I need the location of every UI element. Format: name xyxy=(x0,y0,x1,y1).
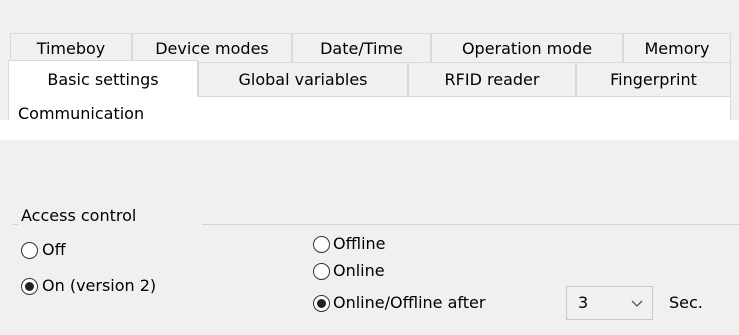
radio-online-offline-after-label: Online/Offline after xyxy=(333,293,486,312)
tab-fingerprint[interactable]: Fingerprint xyxy=(576,62,731,96)
radio-off-label: Off xyxy=(42,240,66,259)
delay-value: 3 xyxy=(578,293,589,312)
tab-rfid-reader[interactable]: RFID reader xyxy=(408,62,576,96)
tab-operation-mode[interactable]: Operation mode xyxy=(431,33,623,62)
tab-global-variables[interactable]: Global variables xyxy=(198,62,408,96)
tab-label: Timeboy xyxy=(36,38,106,58)
delay-dropdown[interactable]: 3 xyxy=(566,286,653,320)
radio-online-offline-after[interactable] xyxy=(313,295,330,312)
chevron-down-icon xyxy=(631,300,643,307)
radio-off[interactable] xyxy=(21,242,38,259)
tab-label: Basic settings xyxy=(47,69,159,89)
group-divider-right xyxy=(202,224,739,225)
radio-on-version-2-label: On (version 2) xyxy=(42,276,157,295)
communication-group-title: Communication xyxy=(18,104,145,120)
delay-unit-label: Sec. xyxy=(669,293,703,312)
access-control-title: Access control xyxy=(18,206,140,226)
tab-basic-settings[interactable]: Basic settings xyxy=(8,60,198,97)
tab-label: Device modes xyxy=(155,38,269,58)
radio-online-label: Online xyxy=(333,261,385,280)
tab-date-time[interactable]: Date/Time xyxy=(292,33,431,62)
tab-label: Operation mode xyxy=(461,38,593,58)
tab-device-modes[interactable]: Device modes xyxy=(132,33,292,62)
radio-offline-label: Offline xyxy=(333,234,386,253)
tab-label: Global variables xyxy=(238,70,368,89)
tab-label: Fingerprint xyxy=(610,70,697,89)
tab-label: Date/Time xyxy=(320,38,403,58)
tab-timeboy[interactable]: Timeboy xyxy=(10,33,132,62)
radio-online[interactable] xyxy=(313,263,330,280)
tab-memory[interactable]: Memory xyxy=(623,33,731,62)
tab-label: RFID reader xyxy=(444,70,540,89)
radio-on-version-2[interactable] xyxy=(21,278,38,295)
radio-offline[interactable] xyxy=(313,236,330,253)
tab-label: Memory xyxy=(644,38,710,58)
